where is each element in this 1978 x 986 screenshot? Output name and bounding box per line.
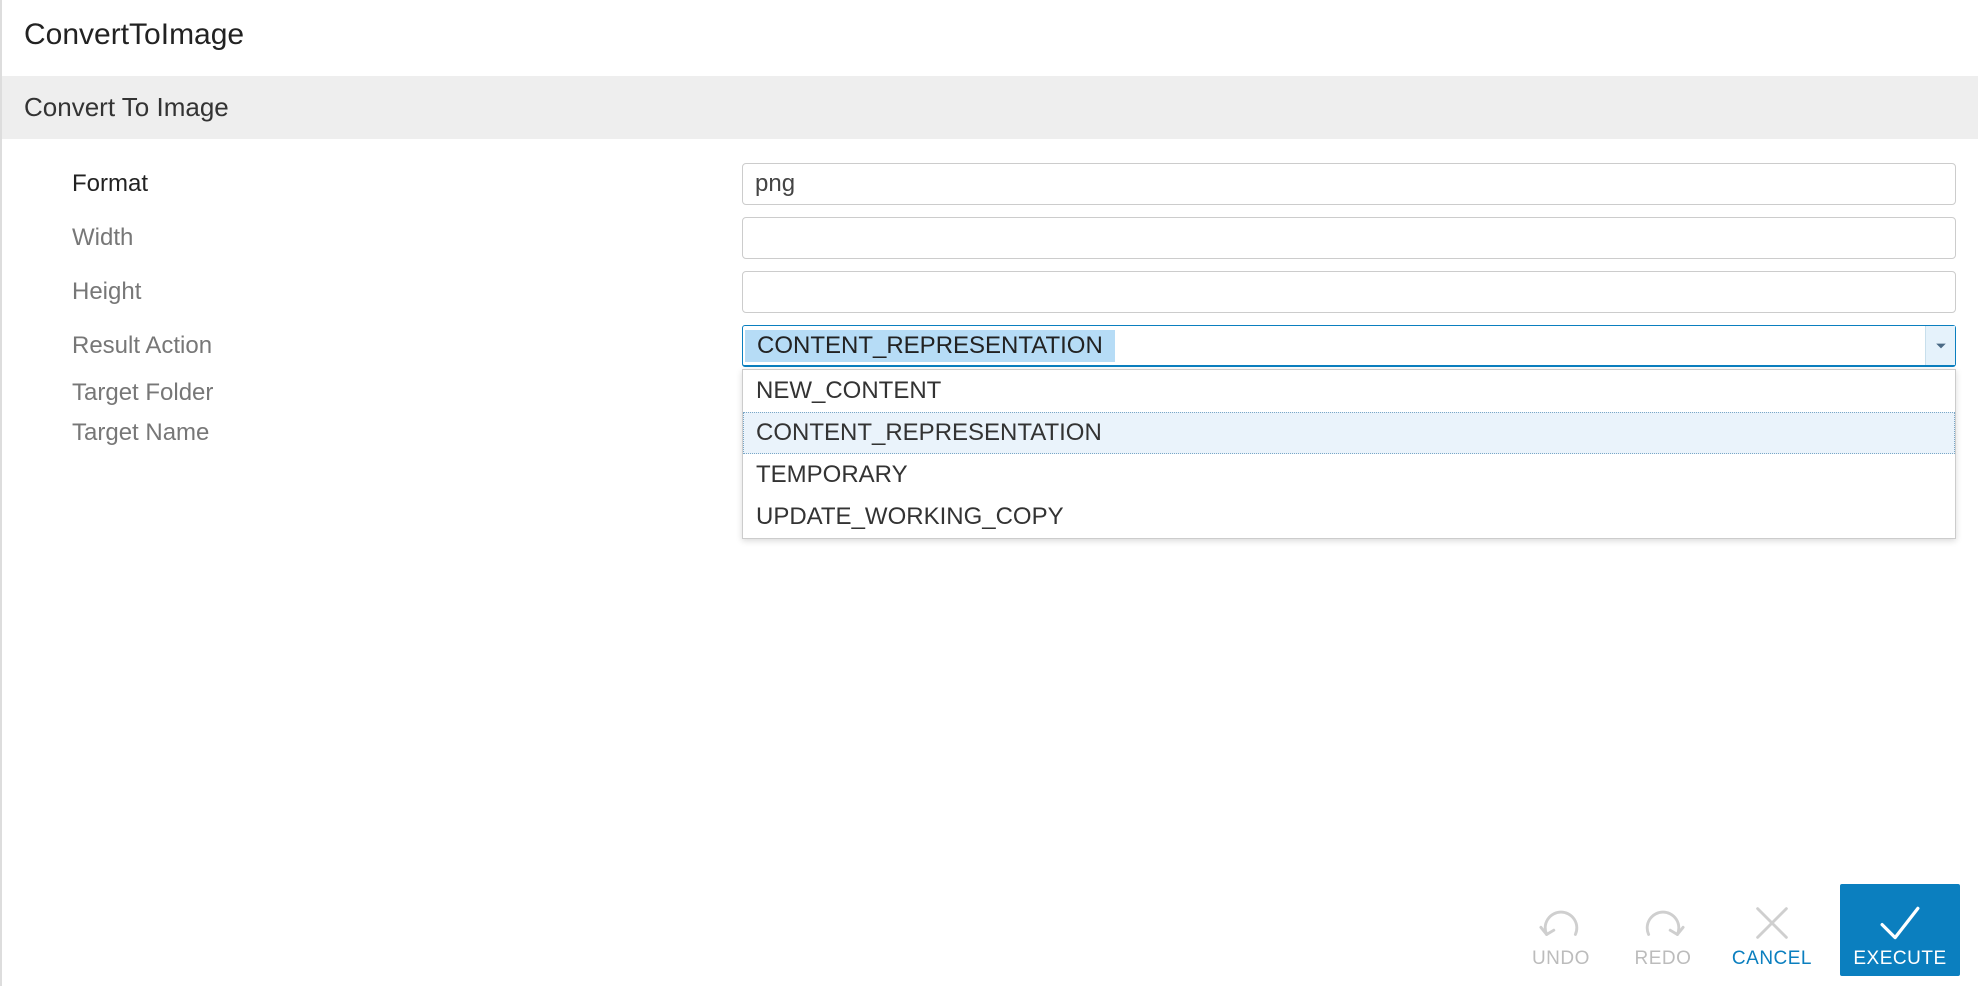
label-width: Width: [2, 224, 742, 252]
row-result-action: Result Action CONTENT_REPRESENTATION NEW…: [2, 319, 1978, 373]
row-width: Width: [2, 211, 1978, 265]
redo-button[interactable]: REDO: [1622, 884, 1704, 976]
label-format: Format: [2, 170, 742, 198]
redo-label: REDO: [1634, 948, 1691, 970]
undo-button[interactable]: UNDO: [1520, 884, 1602, 976]
redo-icon: [1640, 898, 1686, 948]
check-icon: [1874, 898, 1926, 948]
section-header: Convert To Image: [2, 76, 1978, 139]
label-height: Height: [2, 278, 742, 306]
height-input[interactable]: [742, 271, 1956, 313]
label-target-folder: Target Folder: [2, 379, 742, 407]
result-action-select[interactable]: CONTENT_REPRESENTATION: [742, 325, 1956, 367]
dropdown-option[interactable]: NEW_CONTENT: [743, 370, 1955, 412]
dropdown-option[interactable]: UPDATE_WORKING_COPY: [743, 496, 1955, 538]
row-height: Height: [2, 265, 1978, 319]
cancel-label: CANCEL: [1732, 948, 1812, 970]
format-input[interactable]: [742, 163, 1956, 205]
close-icon: [1749, 898, 1795, 948]
dialog-panel: ConvertToImage Convert To Image Format W…: [0, 0, 1978, 986]
width-input[interactable]: [742, 217, 1956, 259]
row-format: Format: [2, 157, 1978, 211]
form-area: Format Width Height Result Action CONTEN…: [2, 139, 1978, 986]
result-action-value: CONTENT_REPRESENTATION: [745, 330, 1115, 362]
undo-icon: [1538, 898, 1584, 948]
cancel-button[interactable]: CANCEL: [1724, 884, 1820, 976]
dropdown-option[interactable]: CONTENT_REPRESENTATION: [743, 412, 1955, 454]
footer-toolbar: UNDO REDO CANCEL EXECUTE: [1520, 884, 1978, 986]
label-result-action: Result Action: [2, 332, 742, 360]
dropdown-option[interactable]: TEMPORARY: [743, 454, 1955, 496]
execute-button[interactable]: EXECUTE: [1840, 884, 1960, 976]
execute-label: EXECUTE: [1853, 948, 1946, 970]
label-target-name: Target Name: [2, 419, 742, 447]
page-title: ConvertToImage: [2, 0, 1978, 76]
chevron-down-icon[interactable]: [1925, 326, 1955, 365]
undo-label: UNDO: [1532, 948, 1590, 970]
result-action-dropdown: NEW_CONTENT CONTENT_REPRESENTATION TEMPO…: [742, 369, 1956, 539]
